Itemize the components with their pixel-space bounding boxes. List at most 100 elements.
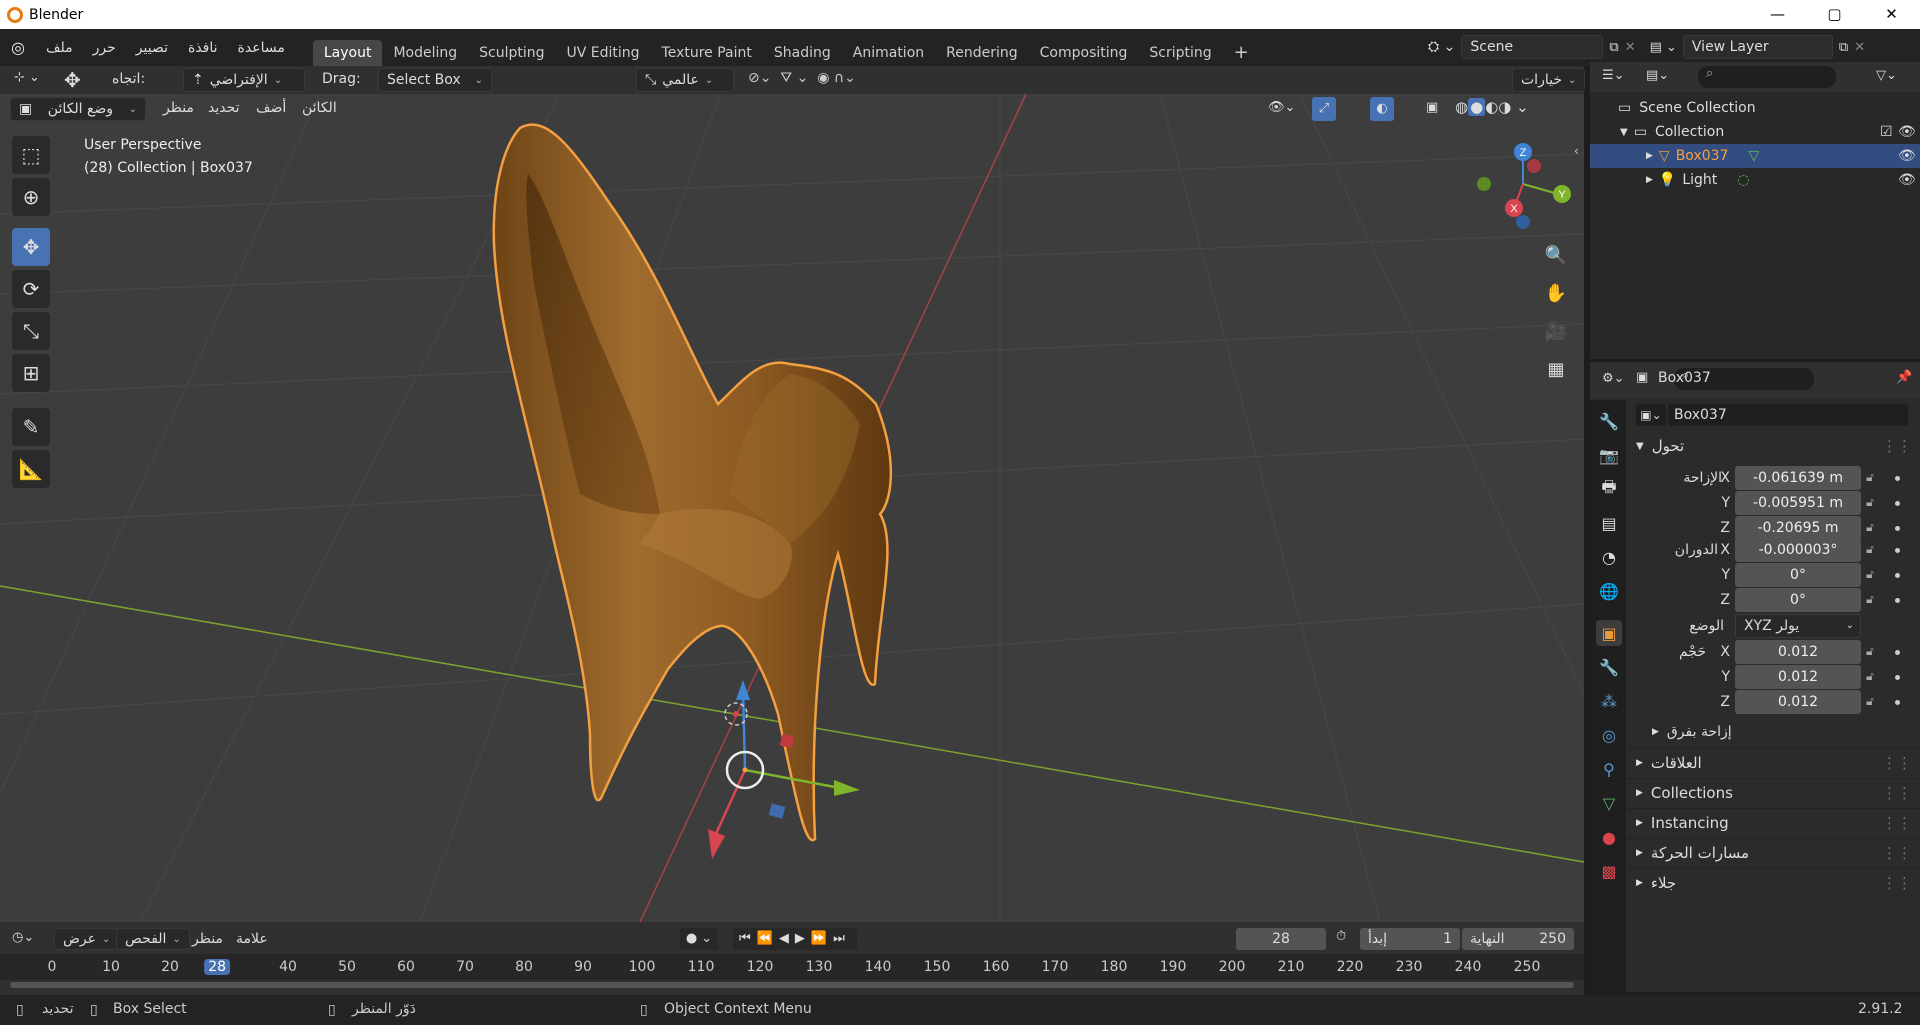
visibility-eye-icon[interactable]: 👁 bbox=[1898, 148, 1916, 164]
keyframe-dot[interactable] bbox=[1895, 675, 1900, 680]
camera-view-icon[interactable]: 🎥 bbox=[1541, 316, 1571, 346]
render-tab-icon[interactable]: 📷 bbox=[1596, 442, 1622, 468]
data-name-field[interactable]: Box037 bbox=[1668, 404, 1908, 426]
rotate-tool[interactable]: ⟳ bbox=[12, 270, 50, 308]
move-tool[interactable]: ✥ bbox=[12, 228, 50, 266]
delta-transform-subsection[interactable]: ▶ إزاحة بفرق bbox=[1626, 718, 1920, 746]
menu-view[interactable]: منظر bbox=[163, 100, 194, 116]
scene-field[interactable]: Scene bbox=[1461, 35, 1604, 59]
lock-icon[interactable]: 🔓︎ bbox=[1866, 644, 1874, 659]
new-view-layer-icon[interactable]: ⧉ bbox=[1839, 40, 1848, 55]
maximize-button[interactable]: ▢ bbox=[1806, 0, 1863, 29]
select-box-tool[interactable]: ⬚ bbox=[12, 136, 50, 174]
lock-icon[interactable]: 🔓︎ bbox=[1866, 470, 1874, 485]
scene-tab-icon[interactable]: ◔ bbox=[1596, 544, 1622, 570]
location-x-field[interactable]: -0.061639 m bbox=[1735, 466, 1861, 490]
tool-tab-icon[interactable]: 🔧 bbox=[1596, 408, 1622, 434]
menu-add[interactable]: أضف bbox=[256, 100, 286, 116]
keyframe-dot[interactable] bbox=[1895, 573, 1900, 578]
lock-icon[interactable]: 🔓︎ bbox=[1866, 495, 1874, 510]
cursor-tool[interactable]: ⊕ bbox=[12, 178, 50, 216]
drag-handle-icon[interactable]: ⋮⋮ bbox=[1882, 437, 1912, 455]
filter-icon[interactable]: ▽⌄ bbox=[1876, 68, 1897, 83]
mode-dropdown[interactable]: ▣ وضع الكائن ⌄ bbox=[10, 97, 146, 121]
editor-type-icon[interactable]: ⚙⌄ bbox=[1602, 371, 1625, 386]
blender-menu-icon[interactable]: ◎ bbox=[0, 38, 36, 57]
tab-shading[interactable]: Shading bbox=[763, 40, 842, 66]
location-z-field[interactable]: -0.20695 m bbox=[1735, 516, 1861, 540]
transform-tool[interactable]: ⊞ bbox=[12, 354, 50, 392]
options-dropdown[interactable]: خيارات ⌄ bbox=[1512, 68, 1586, 92]
minimize-button[interactable]: — bbox=[1749, 0, 1806, 29]
grid-view-icon[interactable]: ▦ bbox=[1541, 354, 1571, 384]
playback-dropdown[interactable]: عرض ⌄ bbox=[54, 928, 120, 950]
close-button[interactable]: ✕ bbox=[1863, 0, 1920, 29]
playback-controls[interactable]: ⏮⏪◀▶⏩⏭ bbox=[733, 928, 857, 950]
drag-handle-icon[interactable]: ⋮⋮ bbox=[1882, 784, 1912, 802]
keying-dropdown[interactable]: الفحص ⌄ bbox=[116, 928, 190, 950]
menu-select[interactable]: تحديد bbox=[208, 100, 240, 116]
delete-scene-icon[interactable]: ✕ bbox=[1625, 40, 1636, 55]
gizmo-toggle-icon[interactable]: ⤢ bbox=[1312, 97, 1336, 121]
tab-modeling[interactable]: Modeling bbox=[382, 40, 468, 66]
material-tab-icon[interactable]: ● bbox=[1596, 824, 1622, 850]
end-frame-field[interactable]: النهاية 250 bbox=[1462, 928, 1574, 950]
outliner-collection[interactable]: ▼ ▭ Collection ☑ 👁 bbox=[1590, 120, 1920, 144]
visibility-icon[interactable]: 👁⌄ bbox=[1268, 100, 1295, 115]
visibility-eye-icon[interactable]: 👁 bbox=[1898, 124, 1916, 140]
keyframe-dot[interactable] bbox=[1895, 700, 1900, 705]
keyframe-dot[interactable] bbox=[1895, 548, 1900, 553]
lock-icon[interactable]: 🔓︎ bbox=[1866, 694, 1874, 709]
lock-icon[interactable]: 🔓︎ bbox=[1866, 592, 1874, 607]
outliner-search-input[interactable]: ⌕ bbox=[1698, 66, 1836, 88]
scale-y-field[interactable]: 0.012 bbox=[1735, 665, 1861, 689]
stopwatch-icon[interactable]: ⏱ bbox=[1336, 929, 1346, 944]
expand-arrow-icon[interactable]: ▶ bbox=[1646, 175, 1653, 185]
pin-icon[interactable]: 📌 bbox=[1896, 370, 1912, 385]
orientation-dropdown[interactable]: ⇡ الإفتراضي ⌄ bbox=[183, 68, 305, 92]
outliner-scene-collection[interactable]: ▭ Scene Collection bbox=[1590, 96, 1920, 120]
pan-hand-icon[interactable]: ✋ bbox=[1541, 278, 1571, 308]
scale-x-field[interactable]: 0.012 bbox=[1735, 640, 1861, 664]
expand-arrow-icon[interactable]: ▶ bbox=[1646, 151, 1653, 161]
keyframe-dot[interactable] bbox=[1895, 501, 1900, 506]
keyframe-dot[interactable] bbox=[1895, 476, 1900, 481]
3d-viewport[interactable]: Z Y X ▣ وضع الكائن ⌄ منظر تحديد أضف الكا… bbox=[0, 94, 1584, 922]
snap-icons[interactable]: ⊘⌄ ⛛ ⌄ ◉ ∩⌄ bbox=[748, 70, 856, 86]
drag-handle-icon[interactable]: ⋮⋮ bbox=[1882, 814, 1912, 832]
menu-marker[interactable]: علامة bbox=[236, 931, 268, 947]
transform-section-header[interactable]: ▼ تحول ⋮⋮ bbox=[1626, 432, 1920, 460]
menu-view[interactable]: منظر bbox=[192, 931, 223, 947]
scale-tool[interactable]: ⤡ bbox=[12, 312, 50, 350]
editor-type-icon[interactable]: ☰⌄ bbox=[1602, 68, 1625, 83]
particles-tab-icon[interactable]: ⁂ bbox=[1596, 688, 1622, 714]
lock-icon[interactable]: 🔓︎ bbox=[1866, 567, 1874, 582]
record-icon[interactable]: ● ⌄ bbox=[680, 928, 718, 950]
add-workspace-icon[interactable]: + bbox=[1223, 40, 1260, 66]
rotation-z-field[interactable]: 0° bbox=[1735, 588, 1861, 612]
lock-icon[interactable]: 🔓︎ bbox=[1866, 669, 1874, 684]
zoom-icon[interactable]: 🔍 bbox=[1541, 240, 1571, 270]
menu-help[interactable]: مساعدة bbox=[228, 40, 295, 56]
output-tab-icon[interactable]: 🖶 bbox=[1596, 476, 1622, 502]
drag-handle-icon[interactable]: ⋮⋮ bbox=[1882, 844, 1912, 862]
scale-z-field[interactable]: 0.012 bbox=[1735, 690, 1861, 714]
editor-type-icon[interactable]: ◷⌄ bbox=[12, 930, 34, 945]
new-scene-icon[interactable]: ⧉ bbox=[1609, 40, 1618, 55]
drag-handle-icon[interactable]: ⋮⋮ bbox=[1882, 754, 1912, 772]
rotation-x-field[interactable]: -0.000003° bbox=[1735, 538, 1861, 562]
menu-object[interactable]: الكائن bbox=[302, 100, 337, 116]
lock-icon[interactable]: 🔓︎ bbox=[1866, 542, 1874, 557]
outliner-item-light[interactable]: ▶ 💡 Light ◌ 👁 bbox=[1590, 168, 1920, 192]
relations-section[interactable]: ▶ العلاقات ⋮⋮ bbox=[1626, 748, 1920, 776]
constraints-tab-icon[interactable]: ⚲ bbox=[1596, 756, 1622, 782]
transform-pivot-icon[interactable]: ⊹ ⌄ bbox=[14, 70, 40, 85]
checkbox-icon[interactable]: ☑ bbox=[1880, 124, 1893, 140]
view-layer-tab-icon[interactable]: ▤ bbox=[1596, 510, 1622, 536]
view-layer-field[interactable]: View Layer bbox=[1682, 35, 1833, 59]
transform-space-dropdown[interactable]: ⤡ عالمي ⌄ bbox=[636, 68, 734, 92]
measure-tool[interactable]: 📐 bbox=[12, 450, 50, 488]
sidebar-toggle-icon[interactable]: ‹ bbox=[1574, 144, 1579, 158]
texture-tab-icon[interactable]: ▩ bbox=[1596, 858, 1622, 884]
view-layer-icon[interactable]: ▤ ⌄ bbox=[1650, 40, 1677, 55]
